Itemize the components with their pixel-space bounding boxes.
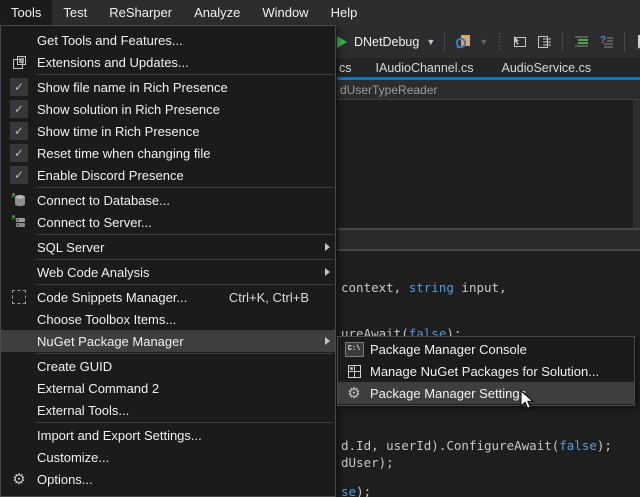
toolbar-overflow-chevron-icon[interactable]: ▼ (479, 37, 488, 47)
menu-item-connect-to-server[interactable]: Connect to Server... (1, 211, 335, 233)
console-icon: C:\ (338, 342, 370, 357)
menu-item-get-tools-and-features[interactable]: Get Tools and Features... (1, 29, 335, 51)
nuget-package-manager-submenu: C:\ Package Manager Console Manage NuGet… (337, 336, 635, 406)
extensions-icon (1, 55, 37, 70)
editor-splitter[interactable] (337, 228, 640, 251)
find-in-files-icon[interactable] (454, 33, 472, 51)
tab-audioservice[interactable]: AudioService.cs (487, 61, 605, 75)
help-lines-icon[interactable]: ? (597, 33, 615, 51)
menu-separator (37, 284, 333, 285)
menubar-item-tools[interactable]: Tools (0, 0, 52, 25)
check-icon: ✓ (10, 100, 28, 118)
menu-item-extensions-and-updates[interactable]: Extensions and Updates... (1, 51, 335, 73)
menu-item-connect-to-database[interactable]: Connect to Database... (1, 189, 335, 211)
menu-item-show-solution-rich-presence[interactable]: ✓ Show solution in Rich Presence (1, 98, 335, 120)
menu-separator (37, 259, 333, 260)
tools-menu: Get Tools and Features... Extensions and… (0, 25, 336, 497)
check-icon: ✓ (10, 166, 28, 184)
submenu-arrow-icon (325, 268, 330, 276)
toolbar-separator (444, 32, 445, 52)
editor-scrollbar[interactable] (633, 100, 640, 229)
menu-item-reset-time-when-changing-file[interactable]: ✓ Reset time when changing file (1, 142, 335, 164)
check-icon: ✓ (10, 78, 28, 96)
run-configuration-chevron-icon[interactable]: ▼ (426, 37, 435, 47)
submenu-item-manage-nuget-packages[interactable]: Manage NuGet Packages for Solution... (338, 360, 634, 382)
check-icon: ✓ (10, 122, 28, 140)
gear-icon: ⚙ (1, 472, 37, 487)
run-configuration-select[interactable]: DNetDebug (354, 35, 419, 49)
code-editor[interactable]: context, string input, ureAwait(false); … (337, 100, 640, 497)
vs-window: Tools Test ReSharper Analyze Window Help… (0, 0, 640, 497)
start-debug-icon[interactable] (337, 36, 347, 48)
menu-item-web-code-analysis[interactable]: Web Code Analysis (1, 261, 335, 283)
menu-item-show-file-name-rich-presence[interactable]: ✓ Show file name in Rich Presence (1, 76, 335, 98)
menubar-item-test[interactable]: Test (52, 0, 98, 25)
tab-truncated[interactable]: cs (337, 61, 362, 75)
submenu-item-package-manager-settings[interactable]: ⚙ Package Manager Settings (338, 382, 634, 404)
submenu-arrow-icon (325, 243, 330, 251)
submenu-item-package-manager-console[interactable]: C:\ Package Manager Console (338, 338, 634, 360)
toolbar-separator (562, 32, 563, 52)
menu-separator (37, 74, 333, 75)
menu-shortcut: Ctrl+K, Ctrl+B (229, 290, 319, 305)
breadcrumb-type-name[interactable]: dUserTypeReader (340, 83, 437, 97)
view-designer-icon[interactable] (510, 33, 528, 51)
code-line: se); (341, 484, 371, 497)
menu-separator (37, 422, 333, 423)
check-icon: ✓ (10, 144, 28, 162)
menu-item-import-export-settings[interactable]: Import and Export Settings... (1, 424, 335, 446)
menu-item-choose-toolbox-items[interactable]: Choose Toolbox Items... (1, 308, 335, 330)
menu-item-customize[interactable]: Customize... (1, 446, 335, 468)
menu-item-enable-discord-presence[interactable]: ✓ Enable Discord Presence (1, 164, 335, 186)
view-code-icon[interactable] (535, 33, 553, 51)
menu-separator (37, 353, 333, 354)
toolbar-drag-handle[interactable] (497, 33, 501, 51)
menu-item-nuget-package-manager[interactable]: NuGet Package Manager (1, 330, 335, 352)
nuget-packages-icon (338, 364, 370, 379)
menu-item-options[interactable]: ⚙ Options... (1, 468, 335, 490)
gear-icon: ⚙ (338, 386, 370, 401)
menubar-item-window[interactable]: Window (251, 0, 319, 25)
menubar-item-resharper[interactable]: ReSharper (98, 0, 183, 25)
server-icon (1, 214, 37, 230)
menu-item-external-tools[interactable]: External Tools... (1, 399, 335, 421)
toolbar-separator (624, 32, 625, 52)
code-snippets-icon (1, 290, 37, 304)
menubar: Tools Test ReSharper Analyze Window Help (0, 0, 640, 25)
menu-item-external-command-2[interactable]: External Command 2 (1, 377, 335, 399)
menubar-item-help[interactable]: Help (320, 0, 369, 25)
indent-lines-icon[interactable] (572, 33, 590, 51)
submenu-arrow-icon (325, 337, 330, 345)
menu-separator (37, 234, 333, 235)
code-line: context, string input, (341, 280, 507, 295)
menubar-item-analyze[interactable]: Analyze (183, 0, 251, 25)
code-line: dUser); (341, 455, 394, 470)
menu-separator (37, 187, 333, 188)
menu-item-show-time-rich-presence[interactable]: ✓ Show time in Rich Presence (1, 120, 335, 142)
bookmark-icon[interactable] (634, 33, 640, 51)
editor-navigation-bar[interactable]: dUserTypeReader (337, 80, 640, 100)
tab-iaudiochannel[interactable]: IAudioChannel.cs (362, 61, 488, 75)
mouse-cursor (520, 390, 534, 410)
document-tabstrip: cs IAudioChannel.cs AudioService.cs (337, 58, 640, 80)
code-line: d.Id, userId).ConfigureAwait(false); (341, 438, 612, 453)
database-icon (1, 192, 37, 208)
menu-item-code-snippets-manager[interactable]: Code Snippets Manager... Ctrl+K, Ctrl+B (1, 286, 335, 308)
menu-item-create-guid[interactable]: Create GUID (1, 355, 335, 377)
menu-item-sql-server[interactable]: SQL Server (1, 236, 335, 258)
